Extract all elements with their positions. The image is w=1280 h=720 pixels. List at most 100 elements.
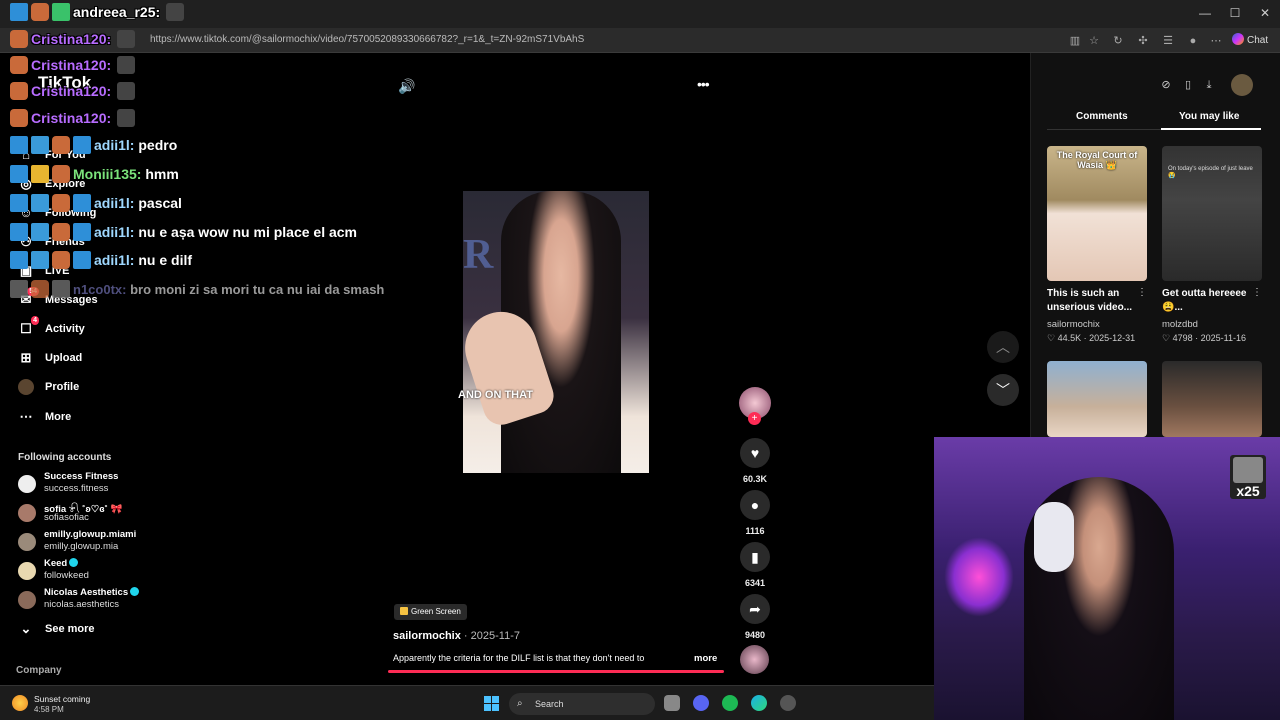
copilot-chat-button[interactable]: Chat [1232, 33, 1268, 46]
thumb-title[interactable]: This is such an unserious video... [1047, 287, 1142, 315]
recommended-video-thumb[interactable] [1047, 361, 1147, 437]
tab-you-may-like[interactable]: You may like [1179, 111, 1239, 122]
chat-badge-icon [52, 3, 70, 21]
chat-emote-icon [117, 56, 136, 74]
recommended-video-thumb[interactable]: The Royal Court of Wasia 👑 [1047, 146, 1147, 281]
nav-label: More [45, 411, 72, 423]
chat-badge-icon [10, 194, 28, 212]
chat-badge-icon [31, 223, 49, 241]
chat-badge-icon [10, 280, 28, 298]
start-button[interactable] [484, 696, 499, 711]
maximize-button[interactable]: ☐ [1220, 4, 1250, 22]
chat-badge-icon [10, 165, 28, 183]
taskbar-search[interactable]: ⌕ Search [509, 693, 655, 715]
save-button[interactable]: ▮ [740, 542, 770, 572]
account-name-text: Nicolas Aesthetics [44, 587, 129, 598]
nav-more[interactable]: ⋯ More [18, 407, 72, 427]
chat-username: Cristina120: [31, 83, 112, 99]
account-handle: sofiasofiac [44, 512, 89, 523]
chat-message: adii1l: nu e dilf [10, 249, 192, 271]
following-account[interactable]: sofia 𓍯 ˚ʚ♡ɞ˚ 🎀 sofiasofiac [18, 500, 158, 526]
account-name: emilly.glowup.miami [44, 529, 137, 540]
chat-text: nu e așa wow nu mi place el acm [138, 224, 357, 240]
music-disc[interactable] [740, 645, 769, 674]
favorites-icon[interactable]: ☰ [1161, 34, 1175, 48]
menu-dots-icon[interactable]: ⋯ [1209, 34, 1223, 48]
chat-badge-icon [31, 280, 49, 298]
see-more-button[interactable]: ⌄ See more [18, 619, 95, 639]
spotify-icon[interactable] [722, 695, 738, 711]
activity-badge: 4 [31, 316, 39, 325]
chat-badge-icon [52, 223, 70, 241]
favorite-star-icon[interactable]: ☆ [1087, 34, 1101, 48]
nav-upload[interactable]: ⊞ Upload [18, 348, 83, 368]
user-avatar[interactable] [1231, 74, 1253, 96]
weather-sunset-icon[interactable] [12, 695, 28, 711]
like-button[interactable]: ♥ [740, 438, 770, 468]
volume-icon[interactable]: 🔊 [398, 78, 415, 95]
video-date: · 2025-11-7 [460, 630, 520, 642]
thumb-date: 2025-12-31 [1089, 333, 1136, 343]
next-video-button[interactable]: ﹀ [987, 374, 1019, 406]
split-screen-icon[interactable]: ▥ [1068, 34, 1082, 48]
weather-title[interactable]: Sunset coming [34, 694, 90, 704]
chat-message: adii1l: nu e așa wow nu mi place el acm [10, 221, 357, 243]
edge-icon[interactable] [751, 695, 767, 711]
refresh-icon[interactable]: ↻ [1111, 34, 1125, 48]
address-bar[interactable]: https://www.tiktok.com/@sailormochix/vid… [0, 28, 1280, 53]
account-handle: followkeed [44, 570, 89, 581]
url-text[interactable]: https://www.tiktok.com/@sailormochix/vid… [150, 34, 584, 45]
more-options-icon[interactable]: ••• [697, 76, 710, 92]
thumb-menu-icon[interactable]: ⋮ [1137, 287, 1147, 298]
tab-comments[interactable]: Comments [1076, 111, 1128, 122]
chat-message: adii1l: pascal [10, 192, 182, 214]
recommended-video-thumb[interactable] [1162, 361, 1262, 437]
heart-icon: ♥ [750, 445, 760, 461]
chat-badge-icon [73, 223, 91, 241]
mobile-icon[interactable]: ▯ [1181, 78, 1195, 92]
following-account[interactable]: Keed followkeed [18, 558, 158, 584]
follow-plus-button[interactable]: + [748, 412, 761, 425]
company-link[interactable]: Company [16, 665, 62, 676]
thumb-title[interactable]: Get outta hereeee 😩... [1162, 287, 1257, 315]
x25-badge: x25 [1230, 455, 1266, 499]
following-account[interactable]: emilly.glowup.miami emilly.glowup.mia [18, 529, 158, 555]
close-window-button[interactable]: ✕ [1250, 4, 1280, 22]
chat-badge-icon [10, 136, 28, 154]
effect-icon [400, 607, 408, 615]
video-frame[interactable]: R R [463, 191, 649, 473]
compass-icon[interactable]: ⊘ [1159, 78, 1173, 92]
share-button[interactable]: ➦ [740, 594, 770, 624]
nav-activity[interactable]: ☐ 4 Activity [18, 316, 85, 339]
effect-tag-label: Green Screen [411, 607, 461, 616]
chat-username: n1co0tx: [73, 281, 127, 297]
following-accounts-title: Following accounts [18, 452, 112, 463]
chat-text: pascal [138, 195, 182, 211]
previous-video-button[interactable]: ︿ [987, 331, 1019, 363]
thumb-author[interactable]: sailormochix [1047, 319, 1100, 330]
recommended-video-thumb[interactable]: On today's episode of just leave 😭 [1162, 146, 1262, 281]
profile-avatar-icon[interactable]: ● [1186, 34, 1200, 48]
following-account[interactable]: Success Fitness success.fitness [18, 471, 158, 497]
following-account[interactable]: Nicolas Aesthetics nicolas.aesthetics [18, 587, 158, 613]
download-icon[interactable]: ⤓ [1202, 78, 1216, 92]
video-author[interactable]: sailormochix · 2025-11-7 [393, 630, 520, 642]
app-icon[interactable] [780, 695, 796, 711]
task-view-icon[interactable] [664, 695, 680, 711]
extensions-icon[interactable]: ✣ [1136, 34, 1150, 48]
thumb-author[interactable]: molzdbd [1162, 319, 1198, 330]
comment-button[interactable]: ● [740, 490, 770, 520]
thumb-menu-icon[interactable]: ⋮ [1252, 287, 1262, 298]
stat-separator: · [1081, 333, 1090, 343]
minimize-button[interactable]: — [1190, 4, 1220, 22]
save-count: 6341 [744, 578, 766, 588]
description-more-button[interactable]: more [694, 653, 717, 664]
chat-badge-icon [52, 251, 70, 269]
chevron-down-icon: ⌄ [20, 621, 32, 636]
chat-message: Cristina120: [10, 54, 138, 76]
video-progress-bar[interactable] [388, 670, 724, 673]
chat-emote-icon [117, 30, 136, 48]
discord-icon[interactable] [693, 695, 709, 711]
nav-profile[interactable]: Profile [18, 377, 79, 397]
effect-tag[interactable]: Green Screen [394, 604, 467, 620]
